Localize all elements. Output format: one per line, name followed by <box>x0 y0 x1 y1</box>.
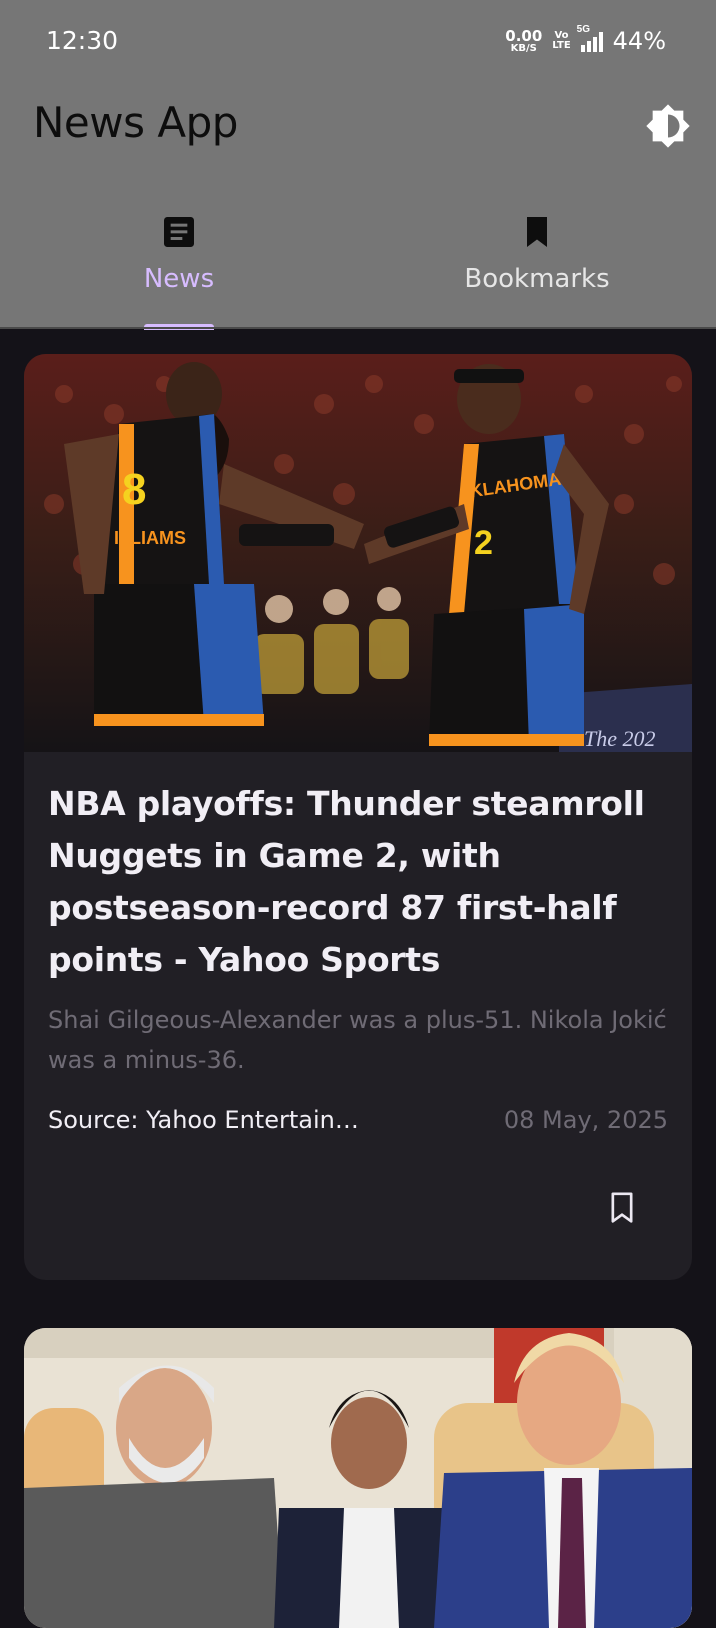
bookmark-filled-icon <box>527 217 547 247</box>
tab-news[interactable]: News <box>0 196 358 328</box>
article-image <box>24 1328 692 1628</box>
network-speed: 0.00 KB/S <box>505 26 543 54</box>
tab-bookmarks-label: Bookmarks <box>464 264 610 294</box>
volte-bottom: LTE <box>552 40 571 51</box>
app-bar-divider <box>0 327 716 329</box>
article-title[interactable]: NBA playoffs: Thunder steamroll Nuggets … <box>48 778 673 986</box>
jersey-left-number: 8 <box>122 465 146 514</box>
volte-icon: Vo LTE <box>552 31 570 51</box>
battery-level: 44% <box>612 27 666 55</box>
theme-toggle-button[interactable] <box>645 103 691 149</box>
bookmark-button[interactable] <box>598 1184 646 1232</box>
article-date: 08 May, 2025 <box>503 1106 668 1134</box>
banner-text: The 202 <box>584 726 656 751</box>
status-icons: 0.00 KB/S Vo LTE 5G 44% <box>505 24 666 56</box>
jersey-right-number: 2 <box>474 524 493 562</box>
news-card[interactable]: The 202 8 ILLIAMS KLAHOMA 2 NBA playoffs… <box>24 354 692 1280</box>
bookmark-outline-icon <box>611 1192 633 1223</box>
brightness-contrast-icon <box>646 104 690 148</box>
network-type: 5G <box>576 24 590 35</box>
status-bar: 12:30 0.00 KB/S Vo LTE 5G 44% <box>0 0 716 80</box>
news-card[interactable] <box>24 1328 692 1628</box>
network-speed-value: 0.00 <box>505 26 543 45</box>
tab-bookmarks[interactable]: Bookmarks <box>358 196 716 328</box>
signal-icon: 5G <box>577 24 603 52</box>
tab-news-label: News <box>143 264 215 294</box>
network-speed-unit: KB/S <box>510 42 537 54</box>
article-description: Shai Gilgeous-Alexander was a plus-51. N… <box>48 1006 667 1074</box>
app-title: News App <box>33 98 238 147</box>
app-bar: 12:30 0.00 KB/S Vo LTE 5G 44% News App N… <box>0 0 716 330</box>
article-image: The 202 8 ILLIAMS KLAHOMA 2 <box>24 354 692 752</box>
tab-bar: News Bookmarks <box>0 196 716 330</box>
article-icon <box>164 217 194 247</box>
status-time: 12:30 <box>46 26 119 55</box>
article-source: Source: Yahoo Entertainment <box>48 1106 378 1134</box>
jersey-left-name: ILLIAMS <box>114 528 186 548</box>
